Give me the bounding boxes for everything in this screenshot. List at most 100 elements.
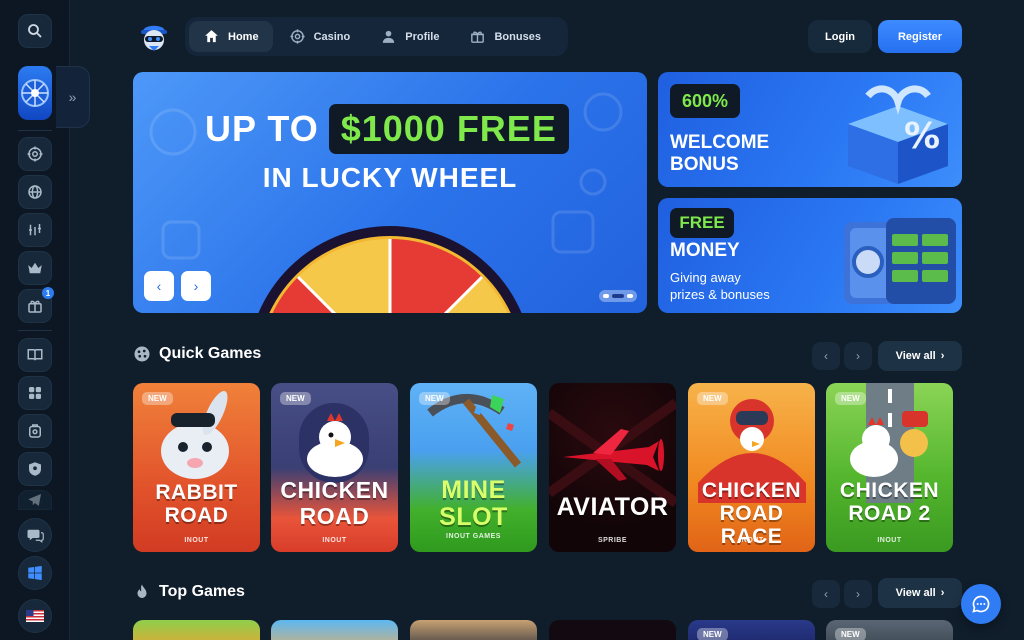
- carousel-dot-active[interactable]: [612, 294, 624, 298]
- sidebar-item-tournaments[interactable]: [18, 376, 52, 410]
- us-flag-icon: [26, 610, 44, 622]
- game-card-chicken-road-2[interactable]: NEW CHICKEN ROAD 2 INOUT: [826, 383, 953, 552]
- quick-games-heading: Quick Games: [133, 345, 261, 363]
- aviator-plane-art: [549, 398, 676, 508]
- nav-bonuses-label: Bonuses: [494, 30, 541, 43]
- sidebar-item-guide[interactable]: [18, 338, 52, 372]
- game-title-line1: CHICKEN: [839, 479, 940, 502]
- new-badge: NEW: [419, 392, 450, 405]
- top-game-card[interactable]: [549, 620, 676, 640]
- sports-icon: [29, 224, 41, 236]
- game-title: CHICKEN ROAD: [271, 477, 398, 529]
- new-badge: NEW: [835, 628, 866, 640]
- nav-home[interactable]: Home: [189, 21, 273, 52]
- free-money-sub-line1: Giving away: [670, 270, 741, 285]
- game-card-mine-slot[interactable]: NEW MINE SLOT INOUT GAMES: [410, 383, 537, 552]
- sidebar-item-casino[interactable]: [18, 137, 52, 171]
- free-money-title: MONEY: [670, 240, 740, 261]
- search-button[interactable]: [18, 14, 52, 48]
- chevrons-right-icon: »: [68, 89, 77, 105]
- chat-bubble-icon: [972, 595, 990, 613]
- sidebar-divider: [18, 330, 52, 331]
- top-game-card[interactable]: NEW: [826, 620, 953, 640]
- top-game-card[interactable]: [271, 620, 398, 640]
- game-provider: INOUT: [184, 537, 209, 544]
- hero-banner[interactable]: UP TO $1000 FREE IN LUCKY WHEEL ‹ ›: [133, 72, 647, 313]
- new-badge: NEW: [142, 392, 173, 405]
- carousel-dot[interactable]: [627, 294, 633, 298]
- game-provider: INOUT: [739, 537, 764, 544]
- promo-icon: [29, 424, 41, 438]
- sidebar-item-live[interactable]: [18, 175, 52, 209]
- game-card-aviator[interactable]: AVIATOR SPRIBE: [549, 383, 676, 552]
- welcome-bonus-title: WELCOME BONUS: [670, 132, 769, 176]
- game-title-line1: RABBIT: [155, 481, 238, 504]
- live-chat-button[interactable]: [961, 584, 1001, 624]
- search-icon: [28, 24, 42, 38]
- game-title: AVIATOR: [549, 493, 676, 521]
- lucky-wheel-button[interactable]: [18, 66, 52, 120]
- mascot-logo-icon: [141, 25, 167, 51]
- top-game-card[interactable]: [133, 620, 260, 640]
- support-chat-icon: [27, 529, 44, 543]
- game-title: RABBIT ROAD: [133, 481, 260, 527]
- sidebar-item-sports[interactable]: [18, 213, 52, 247]
- sidebar-divider: [18, 130, 52, 131]
- register-button[interactable]: Register: [878, 20, 962, 53]
- chevron-right-icon: ›: [193, 278, 199, 294]
- top-games-prev-button[interactable]: ‹: [812, 580, 840, 608]
- nav-profile[interactable]: Profile: [366, 21, 453, 52]
- support-chat-button[interactable]: [18, 518, 52, 552]
- game-provider: INOUT: [877, 537, 902, 544]
- game-card-chicken-road[interactable]: NEW CHICKEN ROAD INOUT: [271, 383, 398, 552]
- top-game-card[interactable]: NEW: [688, 620, 815, 640]
- site-logo[interactable]: [136, 18, 172, 54]
- dice-icon: [134, 346, 150, 362]
- game-card-chicken-road-race[interactable]: NEW CHICKEN ROAD RACE INOUT: [688, 383, 815, 552]
- top-games-title: Top Games: [159, 583, 245, 600]
- view-all-label: View all: [895, 587, 936, 599]
- top-games-heading: Top Games: [133, 583, 245, 601]
- free-money-banner[interactable]: FREE MONEY Giving away prizes & bonuses: [658, 198, 962, 313]
- sidebar-item-telegram[interactable]: [18, 490, 52, 510]
- language-selector[interactable]: [18, 599, 52, 633]
- game-card-rabbit-road[interactable]: NEW RABBIT ROAD INOUT: [133, 383, 260, 552]
- chevron-right-icon: ›: [940, 587, 945, 599]
- sidebar-item-gifts[interactable]: 1: [18, 287, 54, 323]
- casino-chip-icon: [27, 146, 43, 162]
- hero-prefix: UP TO: [205, 108, 319, 149]
- game-title: MINE SLOT: [410, 477, 537, 531]
- game-title-line2: ROAD: [164, 504, 229, 527]
- game-provider: SPRIBE: [597, 537, 628, 544]
- hero-next-button[interactable]: ›: [181, 271, 211, 301]
- login-button[interactable]: Login: [808, 20, 872, 53]
- quick-games-next-button[interactable]: ›: [844, 342, 872, 370]
- chip-icon: [289, 29, 305, 44]
- carousel-dots: [599, 290, 637, 302]
- game-provider: INOUT: [322, 537, 347, 544]
- quick-games-prev-button[interactable]: ‹: [812, 342, 840, 370]
- game-title-line1: AVIATOR: [556, 493, 669, 521]
- windows-app-button[interactable]: [18, 556, 52, 590]
- top-games-view-all[interactable]: View all ›: [878, 578, 962, 608]
- nav-casino[interactable]: Casino: [275, 21, 365, 52]
- welcome-bonus-banner[interactable]: 600% WELCOME BONUS %: [658, 72, 962, 187]
- expand-sidebar-button[interactable]: »: [56, 66, 90, 128]
- sidebar-item-security[interactable]: [18, 452, 52, 486]
- game-title-line1: MINE: [441, 476, 506, 504]
- hero-prev-button[interactable]: ‹: [144, 271, 174, 301]
- book-icon: [27, 349, 43, 361]
- sidebar-item-vip[interactable]: [18, 251, 52, 285]
- globe-icon: [28, 185, 42, 199]
- welcome-bonus-title-line1: WELCOME: [670, 132, 770, 153]
- quick-games-title: Quick Games: [159, 345, 262, 362]
- hero-subheadline: IN LUCKY WHEEL: [262, 162, 518, 193]
- sidebar-item-promo[interactable]: [18, 414, 52, 448]
- quick-games-view-all[interactable]: View all ›: [878, 341, 962, 371]
- carousel-dot[interactable]: [603, 294, 609, 298]
- nav-bonuses[interactable]: Bonuses: [455, 21, 554, 52]
- top-games-next-button[interactable]: ›: [844, 580, 872, 608]
- top-game-card[interactable]: [410, 620, 537, 640]
- gift-icon: [471, 31, 485, 43]
- chevron-right-icon: ›: [856, 349, 860, 363]
